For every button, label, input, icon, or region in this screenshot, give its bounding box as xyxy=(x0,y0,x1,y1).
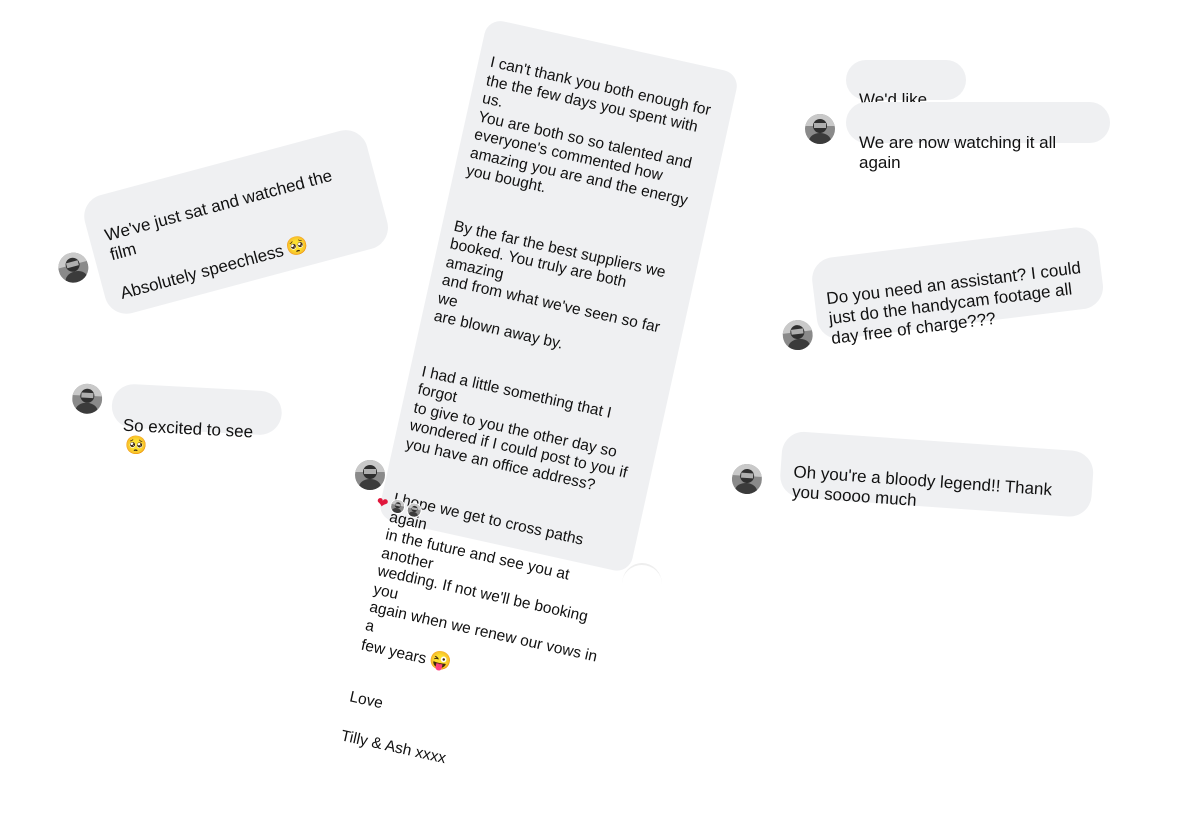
message-text: Absolutely speechless xyxy=(118,241,286,303)
message-bubble[interactable]: We are now watching it all again xyxy=(846,102,1110,172)
message-bubble[interactable]: We'd like to!! xyxy=(846,60,966,129)
sender-avatar-icon[interactable] xyxy=(355,460,385,490)
message-bubble[interactable]: We've just sat and watched the film Abso… xyxy=(79,125,393,319)
sender-avatar-icon[interactable] xyxy=(71,383,103,415)
message-bubble[interactable]: Oh you're a bloody legend!! Thank you so… xyxy=(778,430,1095,519)
message-bubble[interactable]: So excited to see🥺 xyxy=(110,383,283,456)
sender-avatar-icon[interactable] xyxy=(805,114,835,144)
pleading-face-emoji: 🥺 xyxy=(124,434,148,456)
message-text: We are now watching it all again xyxy=(859,133,1057,172)
message-bubble[interactable]: I can't thank you both enough for the th… xyxy=(339,18,740,767)
letter-paragraph: I had a little something that I forgot t… xyxy=(404,362,629,494)
message-text: Do you need an assistant? I could just d… xyxy=(825,258,1082,348)
letter-paragraph: I can't thank you both enough for the th… xyxy=(464,53,713,209)
letter-paragraph: I hope we get to cross paths again in th… xyxy=(359,490,599,674)
sender-avatar-icon[interactable] xyxy=(781,318,815,352)
heart-reaction-icon: ❤ xyxy=(375,493,390,512)
pleading-face-emoji: 🥺 xyxy=(283,233,311,259)
sender-avatar-icon[interactable] xyxy=(730,463,763,496)
letter-paragraph: By the far the best suppliers we booked.… xyxy=(432,217,668,353)
sender-avatar-icon[interactable] xyxy=(55,249,92,286)
partial-element xyxy=(622,563,662,605)
message-bubble[interactable]: Do you need an assistant? I could just d… xyxy=(809,224,1106,348)
message-text: Oh you're a bloody legend!! Thank you so… xyxy=(791,462,1053,510)
reaction-avatar-icon xyxy=(405,500,424,519)
winking-tongue-emoji: 😜 xyxy=(427,648,454,674)
reaction-avatar-icon xyxy=(388,497,407,515)
